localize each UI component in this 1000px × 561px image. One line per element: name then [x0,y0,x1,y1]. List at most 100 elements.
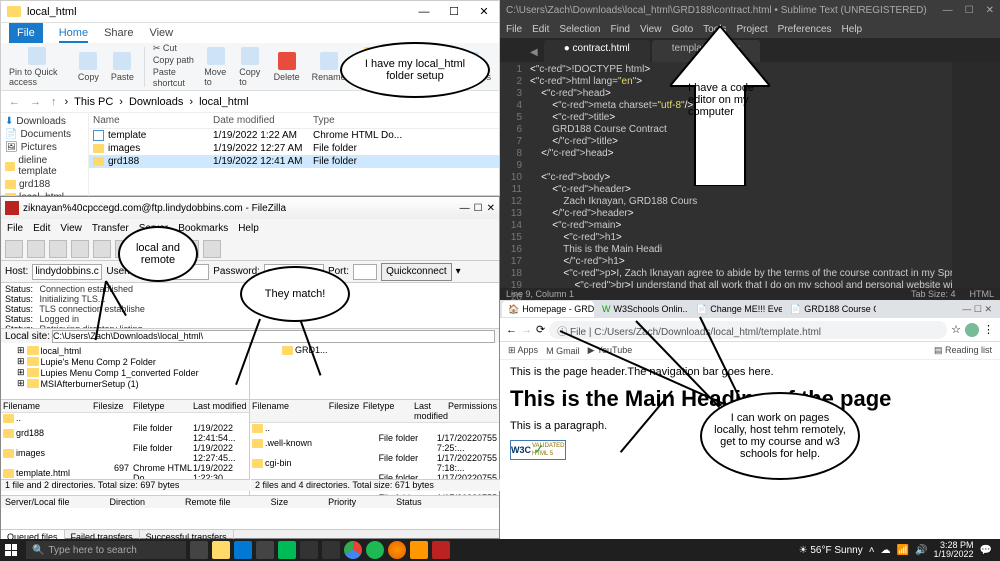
tab-arrow-icon[interactable]: ◀ [524,43,544,62]
reading-list-button[interactable]: ▤ Reading list [934,345,992,356]
tree-item[interactable]: dieline template [5,154,84,178]
address-bar[interactable]: ⓘ File | C:/Users/Zach/Downloads/local_h… [549,321,947,339]
tree-item[interactable]: ⬇Downloads [5,115,84,128]
apps-button[interactable]: ⊞ Apps [508,345,538,356]
quickconnect-button[interactable]: Quickconnect [381,263,452,281]
clock[interactable]: 3:28 PM 1/19/2022 [934,541,974,559]
taskbar-sublime-icon[interactable] [410,541,428,559]
tree-item[interactable]: grd188 [5,178,84,191]
file-row[interactable]: grd188File folder1/19/2022 12:41:54... [1,423,249,443]
file-row[interactable]: .. [250,423,499,433]
tab-contract[interactable]: ● contract.html [544,40,650,62]
chrome-tab[interactable]: WW3Schools Onlin...× [596,301,688,317]
maximize-button[interactable]: ☐ [965,5,974,16]
file-row[interactable]: .well-knownFile folder1/17/2022 7:25:...… [250,433,499,453]
star-icon[interactable]: ☆ [951,323,961,336]
tree-item[interactable]: ⊞local_html [5,345,245,356]
toolbar-button[interactable] [27,240,45,258]
file-row[interactable]: cgi-binFile folder1/17/2022 7:18:...0755 [250,453,499,473]
file-row[interactable]: images1/19/2022 12:27 AMFile folder [89,142,499,155]
tree-item[interactable]: 📄Documents [5,128,84,141]
taskbar-app-icon[interactable] [278,541,296,559]
file-row[interactable]: imagesFile folder1/19/2022 12:27:45... [1,443,249,463]
minimize-button[interactable]: — [409,1,439,23]
toolbar-button[interactable] [203,240,221,258]
taskbar-chrome-icon[interactable] [344,541,362,559]
bookmark-gmail[interactable]: M Gmail [546,346,580,356]
delete-button[interactable]: Delete [272,50,302,84]
back-button[interactable]: ← [7,96,22,108]
tray-cloud-icon[interactable]: ☁ [881,545,891,556]
profile-icon[interactable] [965,323,979,337]
filezilla-titlebar[interactable]: ziknayan%40cpccegd.com@ftp.lindydobbins.… [1,197,499,219]
taskbar-firefox-icon[interactable] [388,541,406,559]
port-input[interactable] [353,264,377,280]
forward-button[interactable]: → [28,96,43,108]
local-site-input[interactable] [52,330,495,343]
cut-button[interactable]: ✂ Cut [153,43,194,55]
chrome-tab[interactable]: 📄GRD188 Course C...× [784,301,876,317]
tray-wifi-icon[interactable]: 📶 [897,545,909,556]
toolbar-button[interactable] [49,240,67,258]
pin-button[interactable]: Pin to Quick access [7,45,68,89]
tree-item[interactable]: ⊞Lupie's Menu Comp 2 Folder [5,356,245,367]
tray-chevron-icon[interactable]: ˄ [869,545,875,556]
copy-to-button[interactable]: Copy to [237,45,263,89]
maximize-button[interactable]: ☐ [439,1,469,23]
w3c-badge[interactable]: W3C VALIDATEDHTML 5✓ [510,440,566,460]
toolbar-button[interactable] [71,240,89,258]
page-header: This is the page header.The navigation b… [510,366,990,378]
minimize-button[interactable]: — [460,203,470,214]
close-button[interactable]: ✕ [986,5,994,16]
explorer-titlebar[interactable]: local_html — ☐ ✕ [1,1,499,23]
file-row[interactable]: template1/19/2022 1:22 AMChrome HTML Do.… [89,129,499,142]
task-view-icon[interactable] [190,541,208,559]
close-button[interactable]: ✕ [469,1,499,23]
chrome-tab[interactable]: 📄Change ME!!! Ever...× [690,301,782,317]
tab-share[interactable]: Share [104,23,133,43]
taskbar-edge-icon[interactable] [234,541,252,559]
minimap[interactable] [952,62,1000,288]
minimize-button[interactable]: — [943,5,953,16]
toolbar-button[interactable] [93,240,111,258]
tree-item[interactable]: ⊞Lupies Menu Comp 1_converted Folder [5,367,245,378]
tree-item[interactable]: ⊞MSIAfterburnerSetup (1) [5,378,245,389]
menu-icon[interactable]: ⋮ [983,323,994,336]
notifications-icon[interactable]: 💬 [980,545,992,556]
tab-view[interactable]: View [149,23,173,43]
tree-item[interactable]: 🖼Pictures [5,141,84,154]
sublime-statusbar: Line 9, Column 1 Tab Size: 4HTML [500,288,1000,300]
taskbar-app-icon[interactable] [256,541,274,559]
forward-button[interactable]: → [521,324,532,336]
paste-button[interactable]: Paste [109,50,136,84]
taskbar-app-icon[interactable] [300,541,318,559]
taskbar-app-icon[interactable] [322,541,340,559]
host-input[interactable] [32,264,102,280]
file-row[interactable]: imagesFile folder1/17/2022 10:0...0755 [250,493,499,495]
back-button[interactable]: ← [506,324,517,336]
start-button[interactable] [0,539,22,561]
weather-widget[interactable]: ☀ 56°F Sunny [799,545,863,556]
copy-path-button[interactable]: Copy path [153,55,194,67]
up-button[interactable]: ↑ [49,96,59,108]
tab-home[interactable]: Home [59,23,88,43]
paste-shortcut-button[interactable]: Paste shortcut [153,67,194,90]
file-row[interactable]: .. [1,413,249,423]
reload-button[interactable]: ⟳ [536,323,545,336]
nav-tree: ⬇Downloads 📄Documents 🖼Pictures dieline … [1,113,89,197]
file-row[interactable]: grd1881/19/2022 12:41 AMFile folder [89,155,499,168]
taskbar-filezilla-icon[interactable] [432,541,450,559]
move-to-button[interactable]: Move to [202,45,229,89]
taskbar-search[interactable]: 🔍 Type here to search [26,541,186,559]
maximize-button[interactable]: ☐ [474,203,483,214]
close-button[interactable]: ✕ [487,203,495,214]
sublime-titlebar[interactable]: C:\Users\Zach\Downloads\local_html\GRD18… [500,0,1000,20]
copy-button[interactable]: Copy [76,50,101,84]
tray-volume-icon[interactable]: 🔊 [915,545,927,556]
taskbar-explorer-icon[interactable] [212,541,230,559]
tab-file[interactable]: File [9,23,43,43]
toolbar-button[interactable] [5,240,23,258]
taskbar-spotify-icon[interactable] [366,541,384,559]
close-button[interactable]: — ☐ ✕ [954,304,1000,315]
chrome-tab[interactable]: 🏠Homepage - GRD ... [502,301,594,317]
